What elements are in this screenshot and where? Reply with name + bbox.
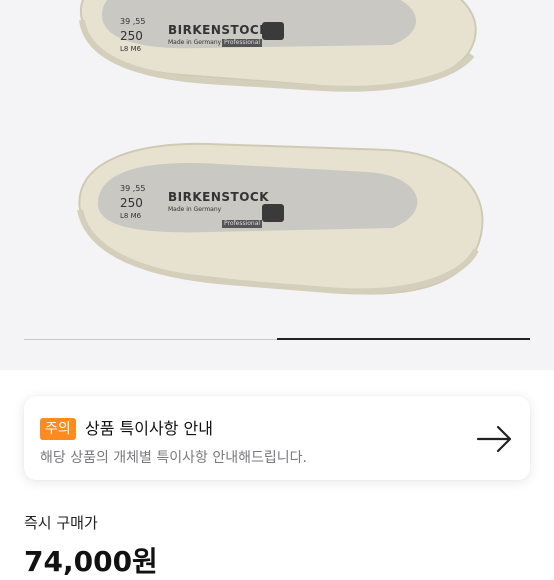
carousel-indicator [24, 338, 530, 340]
clog-bottom [68, 140, 493, 310]
line-bottom: Professional [222, 220, 263, 228]
leather-badge-top [262, 22, 284, 40]
size-mm-top: 250 [120, 29, 143, 43]
made-in-bottom: Made in Germany [168, 206, 222, 213]
brand-logo-bottom: BIRKENSTOCK [168, 190, 270, 204]
notice-card[interactable]: 주의 상품 특이사항 안내 해당 상품의 개체별 특이사항 안내해드립니다. [24, 396, 530, 480]
made-in-top: Made in Germany [168, 39, 222, 46]
instant-buy-price: 74,000원 [24, 545, 158, 578]
line-top: Professional [222, 39, 263, 47]
size-uk-top: L8 M6 [120, 45, 142, 53]
size-uk-bottom: L8 M6 [120, 212, 142, 220]
notice-description: 해당 상품의 개체별 특이사항 안내해드립니다. [40, 450, 307, 466]
brand-logo-top: BIRKENSTOCK [168, 23, 270, 37]
size-eu-bottom: 39 ,55 [120, 184, 146, 193]
warning-badge: 주의 [40, 418, 76, 440]
arrow-right-icon[interactable] [476, 424, 514, 458]
notice-title: 상품 특이사항 안내 [85, 419, 213, 438]
instant-buy-price-label: 즉시 구매가 [24, 514, 98, 532]
size-eu-top: 39 ,55 [120, 17, 146, 26]
product-image[interactable]: 39 ,55 250 L8 M6 BIRKENSTOCK Made in Ger… [0, 0, 554, 370]
leather-badge-bottom [262, 204, 284, 222]
size-mm-bottom: 250 [120, 196, 143, 210]
carousel-indicator-fill [277, 338, 530, 340]
